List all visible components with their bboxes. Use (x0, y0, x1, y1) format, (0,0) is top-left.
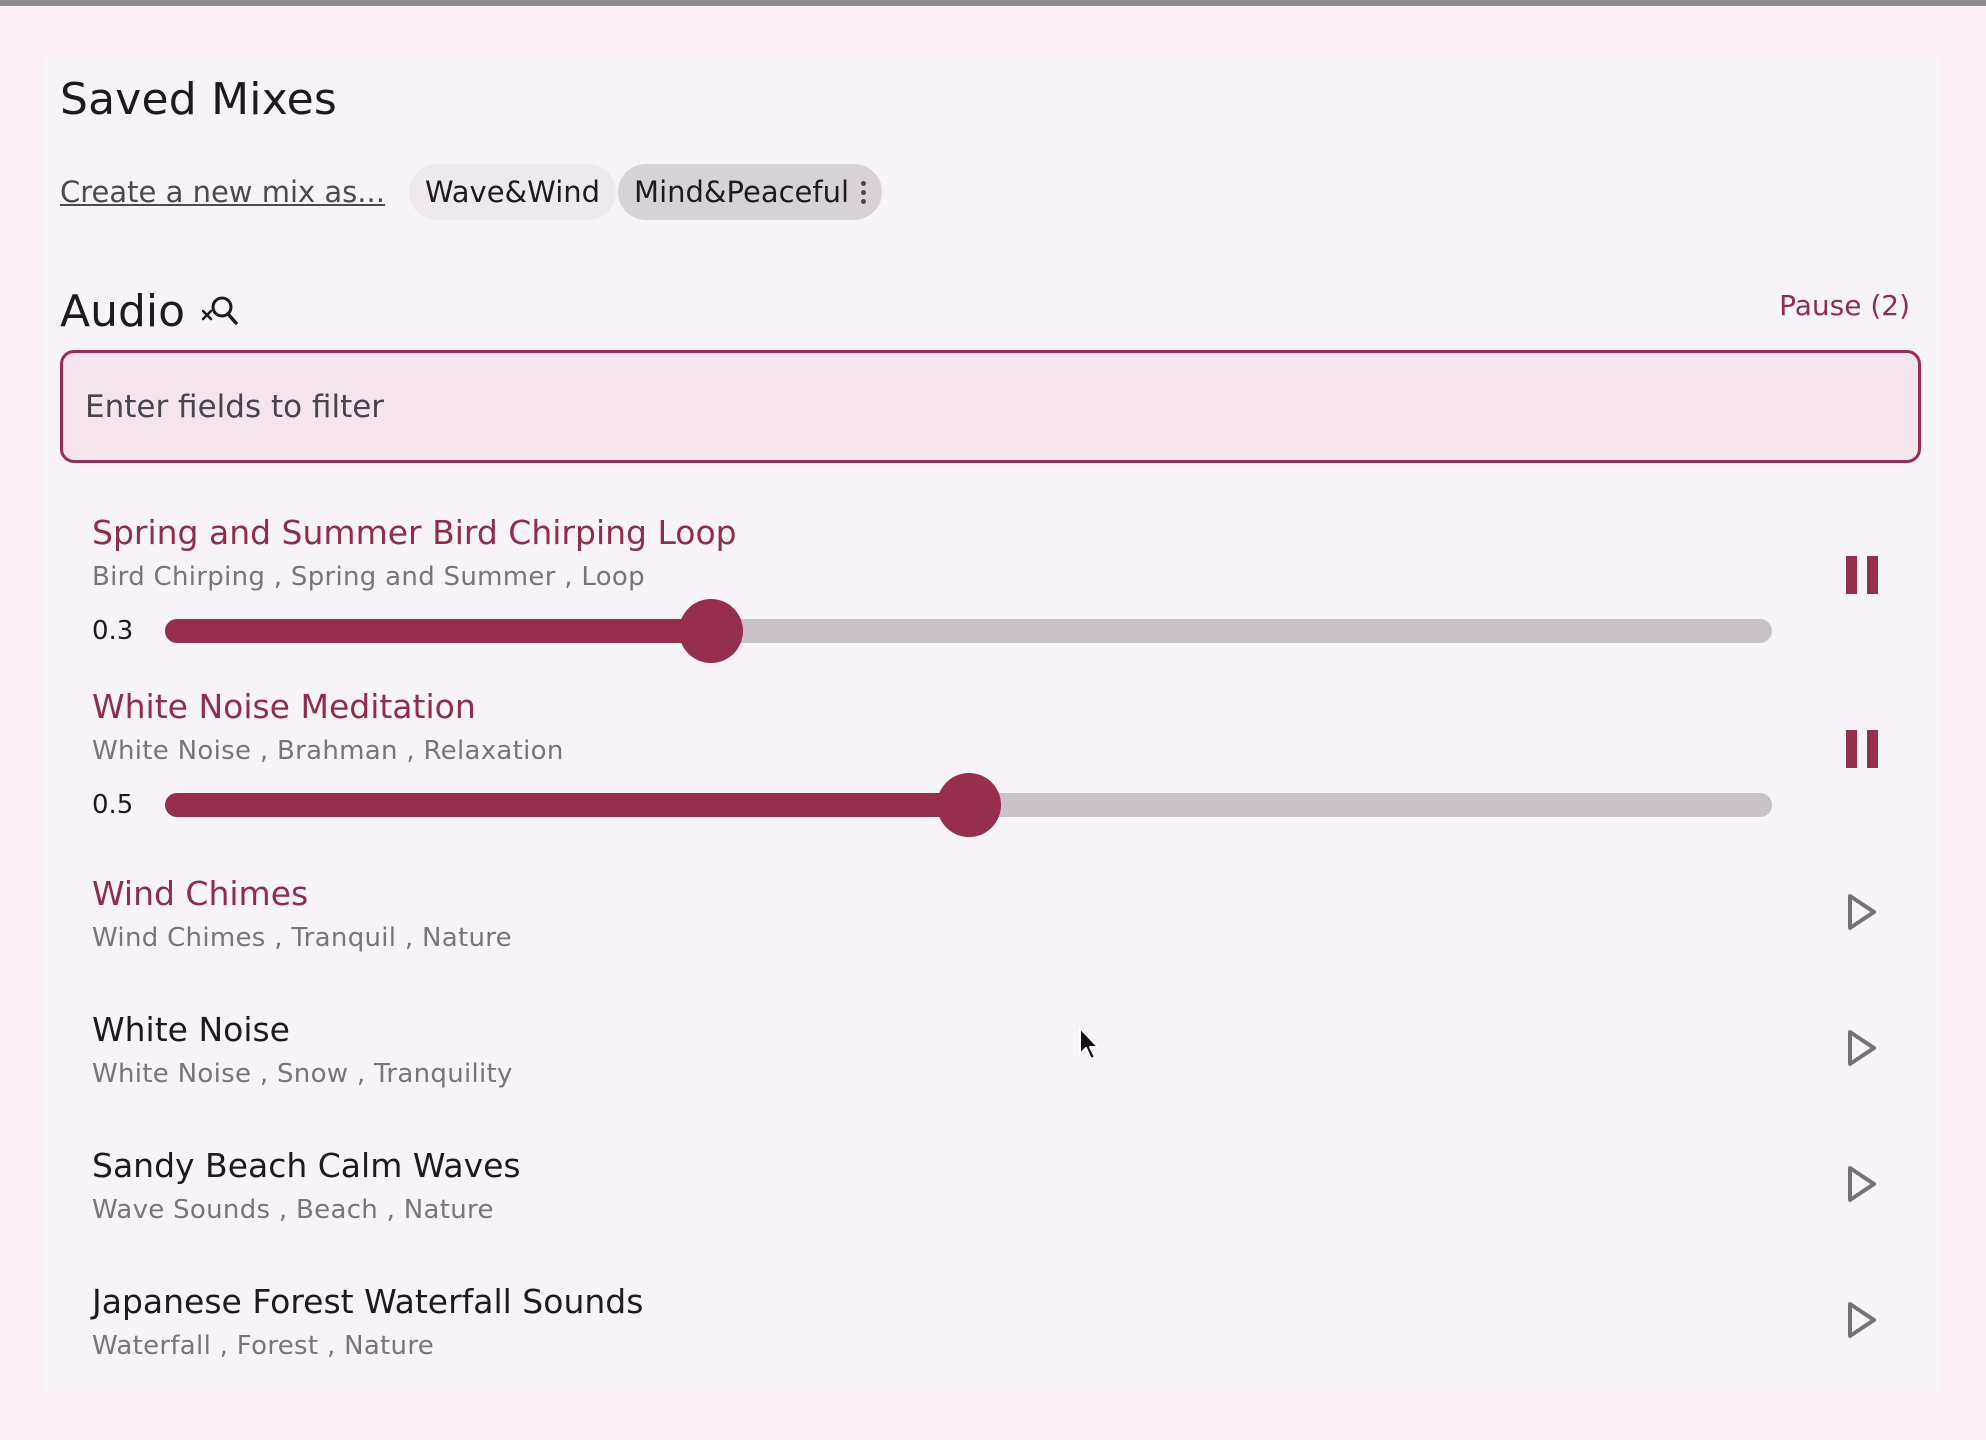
play-button[interactable] (1832, 1018, 1892, 1078)
play-icon (1848, 894, 1876, 930)
track-title[interactable]: White Noise (92, 1008, 290, 1052)
track-row: White Noise White Noise , Snow , Tranqui… (92, 1008, 1892, 1108)
saved-mixes-title: Saved Mixes (60, 74, 337, 125)
track-row: Spring and Summer Bird Chirping Loop Bir… (92, 511, 1892, 663)
track-tags: White Noise , Brahman , Relaxation (92, 736, 564, 766)
track-tags: Bird Chirping , Spring and Summer , Loop (92, 562, 645, 592)
track-row: Wind Chimes Wind Chimes , Tranquil , Nat… (92, 872, 1892, 972)
mix-chip-mind-peaceful[interactable]: Mind&Peaceful (618, 164, 883, 220)
mix-row: Create a new mix as... Wave&Wind Mind&Pe… (60, 164, 883, 220)
mix-chip-wave-wind[interactable]: Wave&Wind (408, 164, 617, 220)
pause-all-button[interactable]: Pause (2) (1779, 286, 1910, 326)
pause-icon (1846, 730, 1878, 768)
volume-value: 0.3 (92, 616, 134, 646)
track-title[interactable]: Spring and Summer Bird Chirping Loop (92, 511, 737, 555)
track-tags: Wave Sounds , Beach , Nature (92, 1195, 494, 1225)
play-icon (1848, 1166, 1876, 1202)
mouse-cursor-icon (1079, 1027, 1099, 1060)
pause-button[interactable] (1832, 545, 1892, 605)
filter-field[interactable] (60, 350, 1921, 463)
volume-slider[interactable] (165, 599, 1772, 663)
search-off-icon[interactable] (199, 292, 239, 332)
pause-icon (1846, 556, 1878, 594)
volume-slider[interactable] (165, 773, 1772, 837)
audio-title: Audio (60, 286, 186, 337)
play-button[interactable] (1832, 1290, 1892, 1350)
track-title[interactable]: White Noise Meditation (92, 685, 476, 729)
slider-thumb[interactable] (679, 599, 744, 663)
content-card: Saved Mixes Create a new mix as... Wave&… (42, 56, 1942, 1393)
app-window: Saved Mixes Create a new mix as... Wave&… (0, 6, 1986, 1434)
more-vert-icon[interactable] (861, 180, 867, 204)
audio-header: Audio (60, 282, 239, 342)
play-button[interactable] (1832, 1154, 1892, 1214)
slider-fill (165, 619, 712, 643)
slider-thumb[interactable] (936, 773, 1001, 837)
track-tags: Wind Chimes , Tranquil , Nature (92, 923, 512, 953)
filter-input[interactable] (63, 353, 1918, 460)
track-tags: Waterfall , Forest , Nature (92, 1331, 435, 1361)
create-mix-link[interactable]: Create a new mix as... (60, 175, 385, 209)
pause-button[interactable] (1832, 719, 1892, 779)
track-title[interactable]: Sandy Beach Calm Waves (92, 1144, 521, 1188)
play-button[interactable] (1832, 882, 1892, 942)
play-icon (1848, 1030, 1876, 1066)
volume-value: 0.5 (92, 790, 134, 820)
track-row: White Noise Meditation White Noise , Bra… (92, 685, 1892, 837)
track-row: Japanese Forest Waterfall Sounds Waterfa… (92, 1280, 1892, 1380)
track-title[interactable]: Japanese Forest Waterfall Sounds (92, 1280, 643, 1324)
track-title[interactable]: Wind Chimes (92, 872, 308, 916)
mix-chip-label: Mind&Peaceful (634, 175, 850, 209)
mix-chip-label: Wave&Wind (424, 175, 601, 209)
slider-fill (165, 793, 969, 817)
track-tags: White Noise , Snow , Tranquility (92, 1059, 513, 1089)
play-icon (1848, 1302, 1876, 1338)
track-row: Sandy Beach Calm Waves Wave Sounds , Bea… (92, 1144, 1892, 1244)
